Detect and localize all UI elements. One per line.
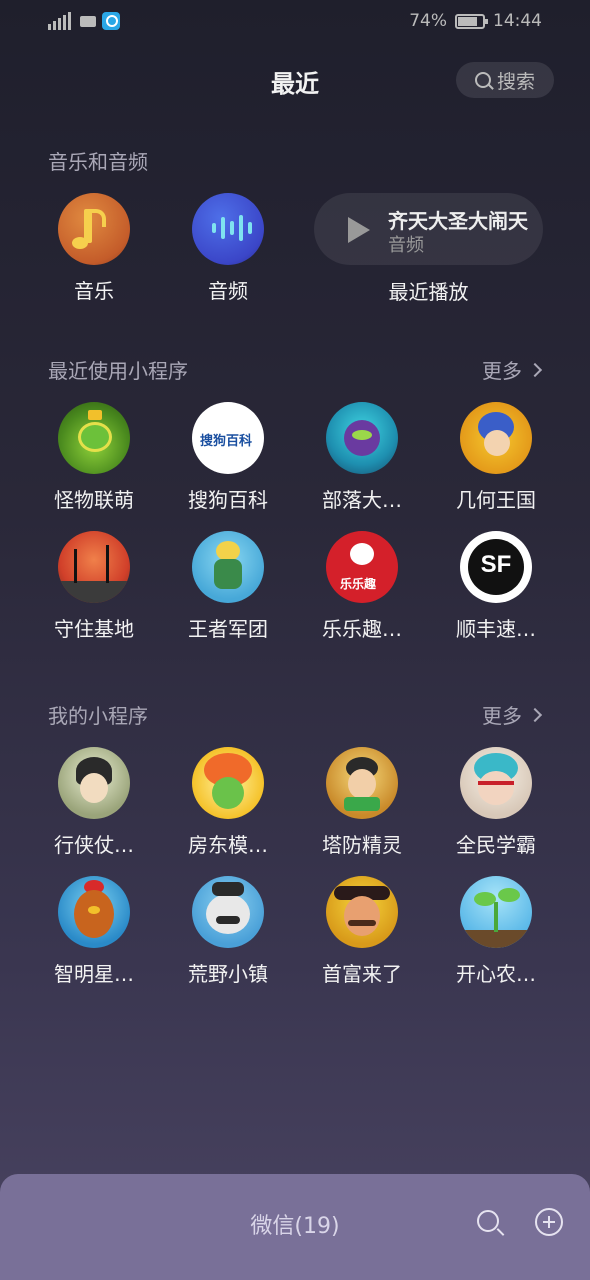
recent-play-title: 齐天大圣大闹天 — [388, 209, 528, 233]
tycoon-game-icon — [326, 876, 398, 948]
app-label: 房东模… — [188, 833, 268, 857]
tower-defense-icon — [326, 747, 398, 819]
search-button[interactable]: 搜索 — [456, 62, 554, 98]
app-guaiwu[interactable]: 怪物联萌 — [27, 402, 161, 513]
sf-logo-text: SF — [480, 551, 512, 578]
music-section-label: 音乐和音频 — [48, 150, 148, 174]
app-buluo[interactable]: 部落大… — [295, 402, 429, 513]
app-xueba[interactable]: 全民学霸 — [429, 747, 563, 858]
tribe-game-icon — [326, 402, 398, 474]
app-label: 部落大… — [322, 488, 402, 512]
recent-apps-section-label: 最近使用小程序 — [48, 359, 188, 383]
app-label: 全民学霸 — [456, 833, 536, 857]
my-apps-more-label: 更多 — [482, 704, 522, 728]
app-jihe[interactable]: 几何王国 — [429, 402, 563, 513]
app-wangzhe[interactable]: 王者军团 — [161, 531, 295, 642]
app-label: 怪物联萌 — [54, 488, 134, 512]
recent-play-label: 最近播放 — [388, 280, 469, 304]
hero-game-icon — [58, 747, 130, 819]
add-icon[interactable] — [535, 1208, 563, 1236]
rooster-game-icon — [58, 876, 130, 948]
status-bar: 74% 14:44 — [0, 0, 590, 44]
app-label: 智明星… — [54, 962, 134, 986]
app-label: 几何王国 — [456, 488, 536, 512]
app-label: 塔防精灵 — [322, 833, 402, 857]
app-label: 王者军团 — [188, 617, 268, 641]
app-tafang[interactable]: 塔防精灵 — [295, 747, 429, 858]
search-icon[interactable] — [477, 1210, 499, 1232]
app-leleqp[interactable]: 乐乐趣 乐乐趣… — [295, 531, 429, 642]
play-icon — [348, 217, 370, 243]
sprout-farm-icon — [460, 876, 532, 948]
app-label: 首富来了 — [322, 962, 402, 986]
base-defense-icon — [58, 531, 130, 603]
music-item-label: 音乐 — [74, 279, 114, 303]
app-zhimingxing[interactable]: 智明星… — [27, 876, 161, 987]
app-huangye[interactable]: 荒野小镇 — [161, 876, 295, 987]
geometry-kingdom-icon — [460, 402, 532, 474]
app-label: 顺丰速… — [456, 617, 536, 641]
app-label: 守住基地 — [54, 617, 134, 641]
recent-play-card[interactable]: 齐天大圣大闹天 音频 — [314, 193, 543, 265]
audio-item-label: 音频 — [208, 279, 248, 303]
search-app-icon — [102, 12, 120, 30]
recent-apps-more-link[interactable]: 更多 — [482, 355, 543, 384]
chevron-right-icon — [527, 362, 543, 377]
monster-app-icon — [58, 402, 130, 474]
app-sogou-baike[interactable]: 搜狗百科 搜狗百科 — [161, 402, 295, 513]
app-shunfeng[interactable]: SF 顺丰速… — [429, 531, 563, 642]
sf-express-icon: SF — [460, 531, 532, 603]
music-item[interactable]: 音乐 — [58, 193, 130, 304]
app-kaixin[interactable]: 开心农… — [429, 876, 563, 987]
app-label: 开心农… — [456, 962, 536, 986]
music-note-icon — [58, 193, 130, 265]
audio-wave-icon — [192, 193, 264, 265]
king-legion-icon — [192, 531, 264, 603]
clock: 14:44 — [493, 11, 542, 31]
audio-item[interactable]: 音频 — [192, 193, 264, 304]
leleqp-icon: 乐乐趣 — [326, 531, 398, 603]
sogou-baike-logo-text: 搜狗百科 — [200, 434, 253, 449]
study-master-icon — [460, 747, 532, 819]
wechat-dock[interactable]: 微信(19) — [0, 1174, 590, 1280]
battery-icon — [455, 13, 488, 29]
app-label: 搜狗百科 — [188, 488, 268, 512]
app-label: 荒野小镇 — [188, 962, 268, 986]
landlord-sim-icon — [192, 747, 264, 819]
search-button-label: 搜索 — [496, 70, 535, 93]
wild-town-icon — [192, 876, 264, 948]
app-shoufu[interactable]: 首富来了 — [295, 876, 429, 987]
battery-percent: 74% — [409, 11, 447, 31]
app-label: 行侠仗… — [54, 833, 134, 857]
recent-play-subtitle: 音频 — [388, 235, 424, 256]
camera-icon — [80, 15, 96, 27]
signal-icon — [48, 12, 74, 30]
search-icon — [474, 72, 491, 88]
recent-apps-more-label: 更多 — [482, 359, 522, 383]
app-xingxia[interactable]: 行侠仗… — [27, 747, 161, 858]
app-fangdong[interactable]: 房东模… — [161, 747, 295, 858]
leleqp-logo-text: 乐乐趣 — [340, 577, 377, 591]
my-apps-section-label: 我的小程序 — [48, 704, 148, 728]
app-shouzhu[interactable]: 守住基地 — [27, 531, 161, 642]
chevron-right-icon — [527, 707, 543, 722]
sogou-baike-icon: 搜狗百科 — [192, 402, 264, 474]
my-apps-more-link[interactable]: 更多 — [482, 700, 543, 729]
app-label: 乐乐趣… — [322, 617, 402, 641]
